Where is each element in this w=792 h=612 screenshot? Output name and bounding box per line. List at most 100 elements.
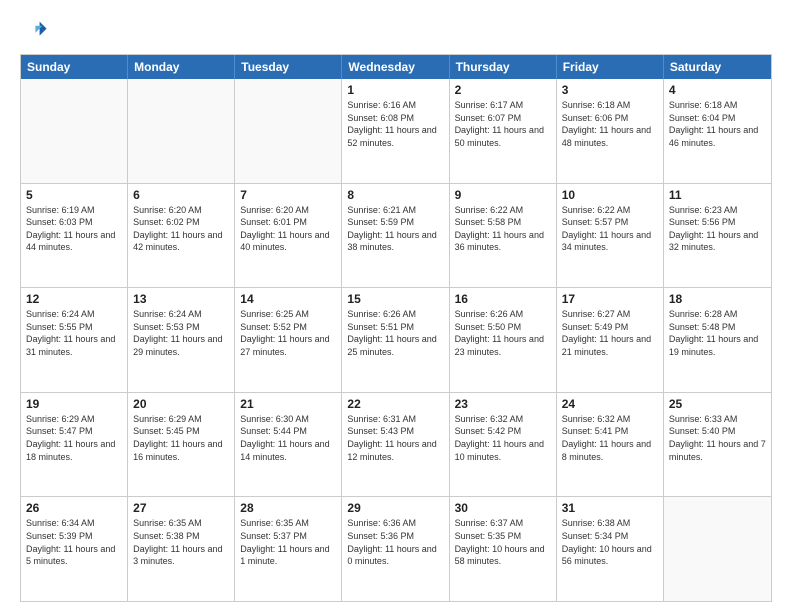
- day-number: 5: [26, 188, 122, 202]
- cell-info: Sunrise: 6:17 AMSunset: 6:07 PMDaylight:…: [455, 99, 551, 149]
- calendar-cell: 25 Sunrise: 6:33 AMSunset: 5:40 PMDayligh…: [664, 393, 771, 497]
- calendar-cell: 6 Sunrise: 6:20 AMSunset: 6:02 PMDaylight…: [128, 184, 235, 288]
- day-number: 23: [455, 397, 551, 411]
- header-cell-thursday: Thursday: [450, 55, 557, 79]
- cell-info: Sunrise: 6:30 AMSunset: 5:44 PMDaylight:…: [240, 413, 336, 463]
- day-number: 4: [669, 83, 766, 97]
- calendar-week-3: 12Sunrise: 6:24 AMSunset: 5:55 PMDayligh…: [21, 288, 771, 393]
- cell-info: Sunrise: 6:36 AMSunset: 5:36 PMDaylight:…: [347, 517, 443, 567]
- header: [20, 16, 772, 44]
- calendar-cell: 28 Sunrise: 6:35 AMSunset: 5:37 PMDayligh…: [235, 497, 342, 601]
- header-cell-monday: Monday: [128, 55, 235, 79]
- cell-info: Sunrise: 6:18 AMSunset: 6:04 PMDaylight:…: [669, 99, 766, 149]
- calendar-cell: [128, 79, 235, 183]
- calendar-week-4: 19 Sunrise: 6:29 AMSunset: 5:47 PMDayligh…: [21, 393, 771, 498]
- cell-info: Sunrise: 6:29 AMSunset: 5:45 PMDaylight:…: [133, 413, 229, 463]
- calendar-cell: 9 Sunrise: 6:22 AMSunset: 5:58 PMDaylight…: [450, 184, 557, 288]
- day-number: 7: [240, 188, 336, 202]
- day-number: 9: [455, 188, 551, 202]
- day-number: 30: [455, 501, 551, 515]
- day-number: 19: [26, 397, 122, 411]
- cell-info: Sunrise: 6:21 AMSunset: 5:59 PMDaylight:…: [347, 204, 443, 254]
- cell-info: Sunrise: 6:28 AMSunset: 5:48 PMDaylight:…: [669, 308, 766, 358]
- calendar-cell: 14 Sunrise: 6:25 AMSunset: 5:52 PMDayligh…: [235, 288, 342, 392]
- day-number: 21: [240, 397, 336, 411]
- calendar-cell: 5Sunrise: 6:19 AMSunset: 6:03 PMDaylight…: [21, 184, 128, 288]
- cell-info: Sunrise: 6:23 AMSunset: 5:56 PMDaylight:…: [669, 204, 766, 254]
- day-number: 3: [562, 83, 658, 97]
- calendar-cell: 16 Sunrise: 6:26 AMSunset: 5:50 PMDayligh…: [450, 288, 557, 392]
- calendar-cell: [664, 497, 771, 601]
- cell-info: Sunrise: 6:35 AMSunset: 5:37 PMDaylight:…: [240, 517, 336, 567]
- cell-info: Sunrise: 6:25 AMSunset: 5:52 PMDaylight:…: [240, 308, 336, 358]
- cell-info: Sunrise: 6:20 AMSunset: 6:01 PMDaylight:…: [240, 204, 336, 254]
- day-number: 20: [133, 397, 229, 411]
- cell-info: Sunrise: 6:22 AMSunset: 5:58 PMDaylight:…: [455, 204, 551, 254]
- calendar-cell: 13Sunrise: 6:24 AMSunset: 5:53 PMDayligh…: [128, 288, 235, 392]
- calendar-cell: 3 Sunrise: 6:18 AMSunset: 6:06 PMDaylight…: [557, 79, 664, 183]
- day-number: 14: [240, 292, 336, 306]
- cell-info: Sunrise: 6:20 AMSunset: 6:02 PMDaylight:…: [133, 204, 229, 254]
- page: SundayMondayTuesdayWednesdayThursdayFrid…: [0, 0, 792, 612]
- calendar-cell: 23Sunrise: 6:32 AMSunset: 5:42 PMDayligh…: [450, 393, 557, 497]
- calendar: SundayMondayTuesdayWednesdayThursdayFrid…: [20, 54, 772, 602]
- cell-info: Sunrise: 6:29 AMSunset: 5:47 PMDaylight:…: [26, 413, 122, 463]
- calendar-cell: 15 Sunrise: 6:26 AMSunset: 5:51 PMDayligh…: [342, 288, 449, 392]
- calendar-cell: 4 Sunrise: 6:18 AMSunset: 6:04 PMDaylight…: [664, 79, 771, 183]
- calendar-cell: 18Sunrise: 6:28 AMSunset: 5:48 PMDayligh…: [664, 288, 771, 392]
- calendar-header-row: SundayMondayTuesdayWednesdayThursdayFrid…: [21, 55, 771, 79]
- cell-info: Sunrise: 6:38 AMSunset: 5:34 PMDaylight:…: [562, 517, 658, 567]
- day-number: 17: [562, 292, 658, 306]
- day-number: 1: [347, 83, 443, 97]
- cell-info: Sunrise: 6:33 AMSunset: 5:40 PMDaylight:…: [669, 413, 766, 463]
- day-number: 10: [562, 188, 658, 202]
- header-cell-saturday: Saturday: [664, 55, 771, 79]
- cell-info: Sunrise: 6:18 AMSunset: 6:06 PMDaylight:…: [562, 99, 658, 149]
- calendar-cell: 29 Sunrise: 6:36 AMSunset: 5:36 PMDayligh…: [342, 497, 449, 601]
- day-number: 22: [347, 397, 443, 411]
- day-number: 13: [133, 292, 229, 306]
- day-number: 25: [669, 397, 766, 411]
- day-number: 26: [26, 501, 122, 515]
- cell-info: Sunrise: 6:37 AMSunset: 5:35 PMDaylight:…: [455, 517, 551, 567]
- day-number: 11: [669, 188, 766, 202]
- calendar-cell: 8 Sunrise: 6:21 AMSunset: 5:59 PMDaylight…: [342, 184, 449, 288]
- cell-info: Sunrise: 6:31 AMSunset: 5:43 PMDaylight:…: [347, 413, 443, 463]
- header-cell-sunday: Sunday: [21, 55, 128, 79]
- header-cell-friday: Friday: [557, 55, 664, 79]
- logo-icon: [20, 16, 48, 44]
- calendar-cell: 31 Sunrise: 6:38 AMSunset: 5:34 PMDayligh…: [557, 497, 664, 601]
- header-cell-tuesday: Tuesday: [235, 55, 342, 79]
- calendar-cell: 30 Sunrise: 6:37 AMSunset: 5:35 PMDayligh…: [450, 497, 557, 601]
- cell-info: Sunrise: 6:34 AMSunset: 5:39 PMDaylight:…: [26, 517, 122, 567]
- day-number: 15: [347, 292, 443, 306]
- day-number: 31: [562, 501, 658, 515]
- calendar-cell: 17 Sunrise: 6:27 AMSunset: 5:49 PMDayligh…: [557, 288, 664, 392]
- day-number: 16: [455, 292, 551, 306]
- day-number: 28: [240, 501, 336, 515]
- day-number: 6: [133, 188, 229, 202]
- day-number: 29: [347, 501, 443, 515]
- calendar-week-5: 26 Sunrise: 6:34 AMSunset: 5:39 PMDayligh…: [21, 497, 771, 601]
- day-number: 8: [347, 188, 443, 202]
- day-number: 27: [133, 501, 229, 515]
- cell-info: Sunrise: 6:32 AMSunset: 5:41 PMDaylight:…: [562, 413, 658, 463]
- calendar-cell: 21 Sunrise: 6:30 AMSunset: 5:44 PMDayligh…: [235, 393, 342, 497]
- calendar-cell: 1 Sunrise: 6:16 AMSunset: 6:08 PMDaylight…: [342, 79, 449, 183]
- day-number: 24: [562, 397, 658, 411]
- cell-info: Sunrise: 6:16 AMSunset: 6:08 PMDaylight:…: [347, 99, 443, 149]
- calendar-cell: [21, 79, 128, 183]
- calendar-week-1: 1 Sunrise: 6:16 AMSunset: 6:08 PMDaylight…: [21, 79, 771, 184]
- calendar-body: 1 Sunrise: 6:16 AMSunset: 6:08 PMDaylight…: [21, 79, 771, 601]
- cell-info: Sunrise: 6:26 AMSunset: 5:51 PMDaylight:…: [347, 308, 443, 358]
- calendar-cell: 19 Sunrise: 6:29 AMSunset: 5:47 PMDayligh…: [21, 393, 128, 497]
- calendar-cell: 7 Sunrise: 6:20 AMSunset: 6:01 PMDaylight…: [235, 184, 342, 288]
- calendar-cell: 20 Sunrise: 6:29 AMSunset: 5:45 PMDayligh…: [128, 393, 235, 497]
- header-cell-wednesday: Wednesday: [342, 55, 449, 79]
- calendar-cell: 2Sunrise: 6:17 AMSunset: 6:07 PMDaylight…: [450, 79, 557, 183]
- calendar-cell: 12Sunrise: 6:24 AMSunset: 5:55 PMDayligh…: [21, 288, 128, 392]
- cell-info: Sunrise: 6:27 AMSunset: 5:49 PMDaylight:…: [562, 308, 658, 358]
- cell-info: Sunrise: 6:26 AMSunset: 5:50 PMDaylight:…: [455, 308, 551, 358]
- calendar-cell: 22 Sunrise: 6:31 AMSunset: 5:43 PMDayligh…: [342, 393, 449, 497]
- calendar-cell: 26 Sunrise: 6:34 AMSunset: 5:39 PMDayligh…: [21, 497, 128, 601]
